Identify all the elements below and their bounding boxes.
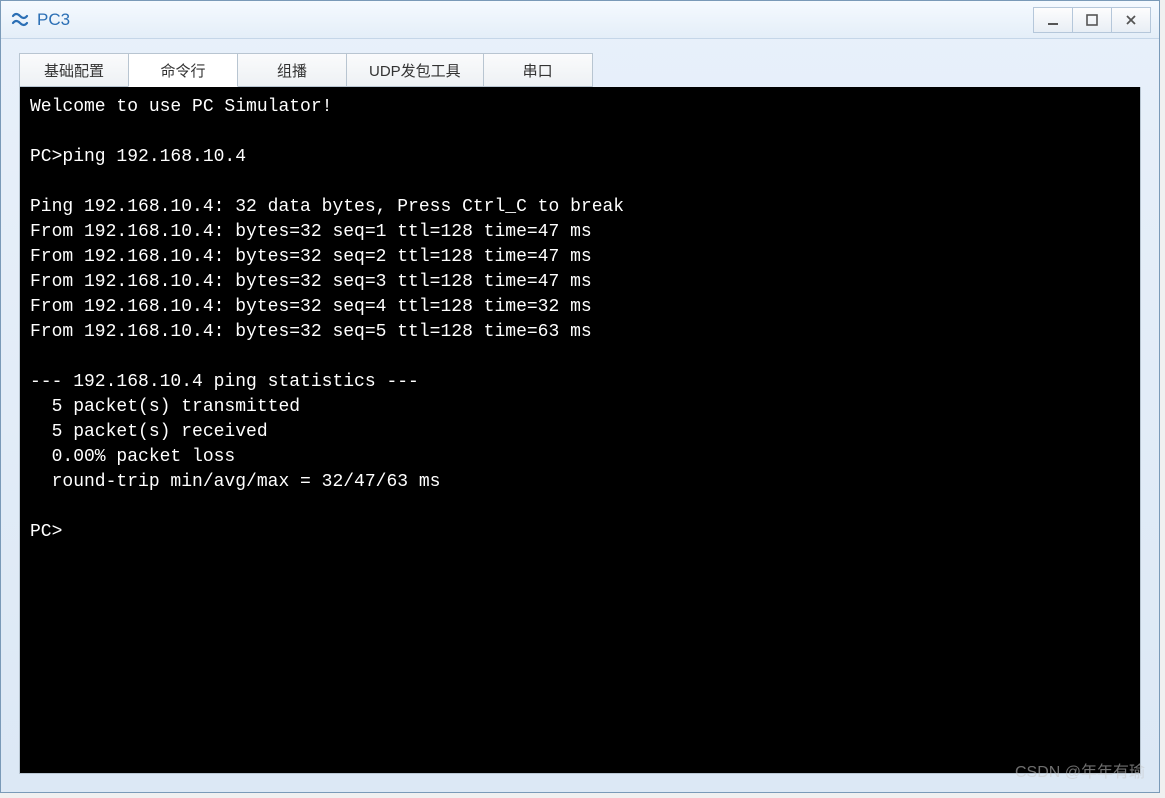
tab-multicast[interactable]: 组播	[237, 53, 347, 87]
tab-bar: 基础配置 命令行 组播 UDP发包工具 串口	[19, 53, 1141, 87]
close-button[interactable]	[1111, 7, 1151, 33]
content-area: 基础配置 命令行 组播 UDP发包工具 串口 Welcome to use PC…	[1, 39, 1159, 792]
app-icon	[9, 9, 31, 31]
app-window: PC3 基础配置 命令行 组播 UDP发包工具 串口 Welcome to us…	[0, 0, 1160, 793]
tab-udp-tool[interactable]: UDP发包工具	[346, 53, 484, 87]
titlebar[interactable]: PC3	[1, 1, 1159, 39]
maximize-button[interactable]	[1072, 7, 1112, 33]
tab-serial[interactable]: 串口	[483, 53, 593, 87]
minimize-button[interactable]	[1033, 7, 1073, 33]
tab-command-line[interactable]: 命令行	[128, 53, 238, 87]
window-controls	[1034, 7, 1151, 33]
tab-basic-config[interactable]: 基础配置	[19, 53, 129, 87]
window-title: PC3	[37, 10, 1034, 30]
terminal-output[interactable]: Welcome to use PC Simulator! PC>ping 192…	[19, 87, 1141, 774]
